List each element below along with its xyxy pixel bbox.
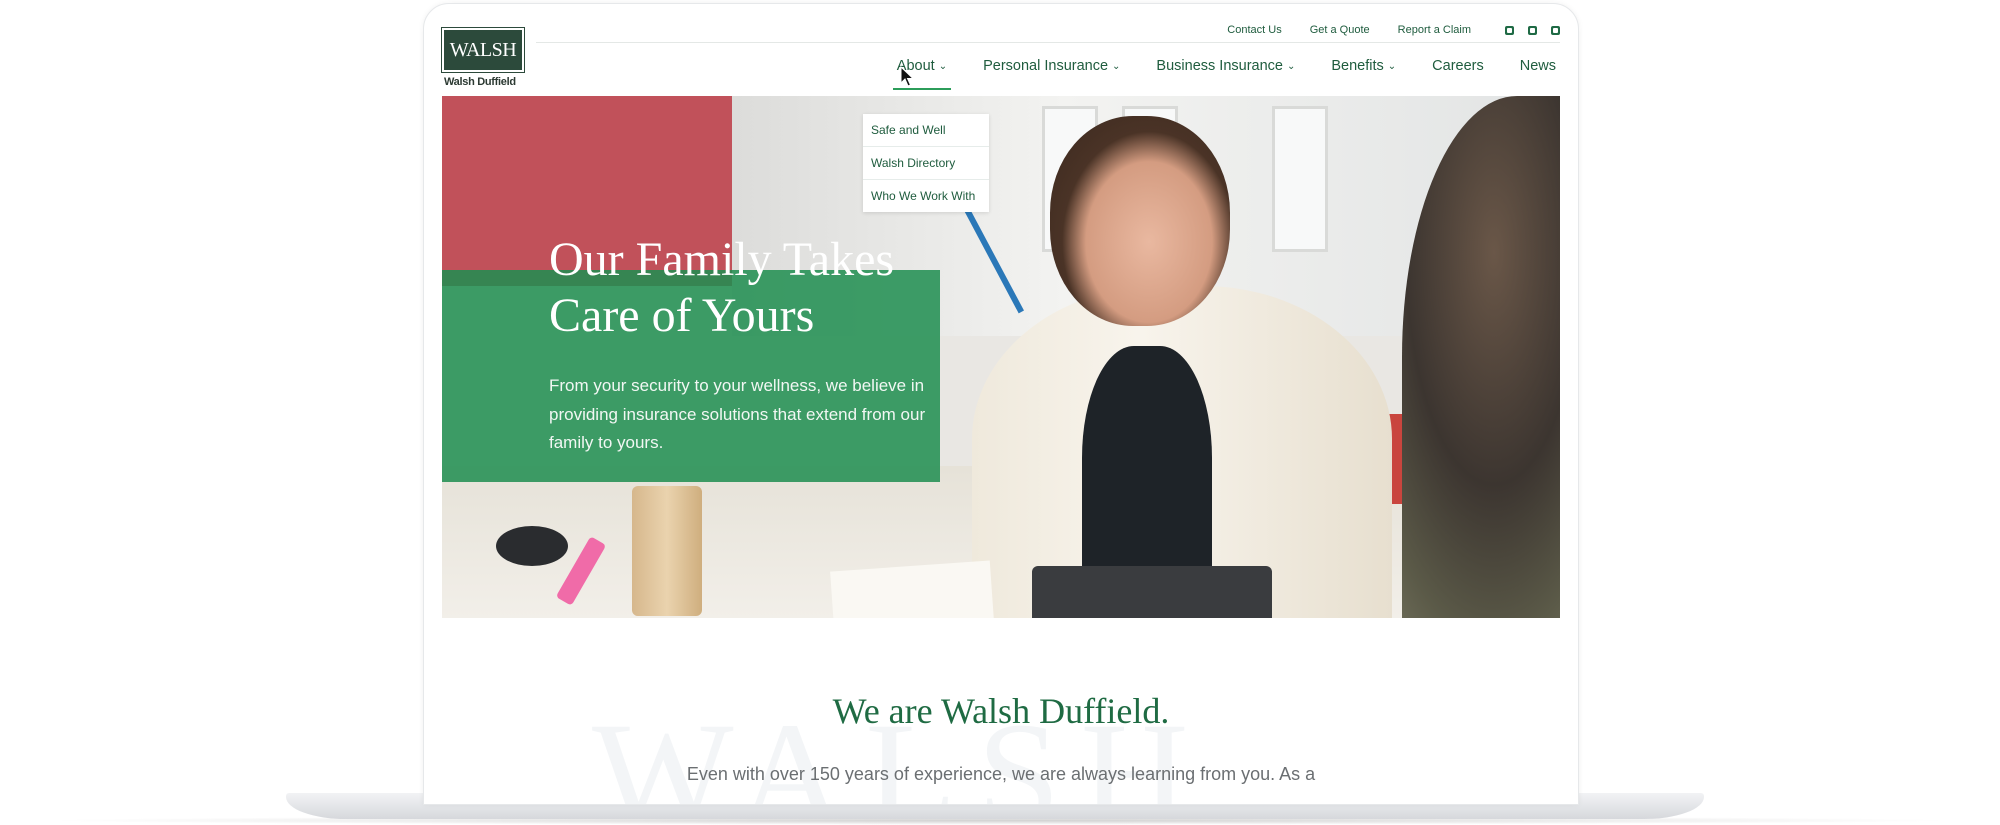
website-screen: WALSH Walsh Duffield Contact Us Get a Qu… [441, 20, 1560, 804]
nav-item-business-insurance[interactable]: Business Insurance ⌄ [1156, 58, 1295, 74]
hero-text: From your security to your wellness, we … [549, 376, 926, 452]
hero-photo-mouse [496, 526, 568, 566]
mouse-cursor-icon [900, 66, 915, 87]
nav-label: Personal Insurance [983, 58, 1109, 74]
linkedin-icon[interactable] [1528, 25, 1537, 35]
nav-label: Business Insurance [1156, 58, 1283, 74]
social-links [1491, 25, 1560, 35]
nav-item-benefits[interactable]: Benefits ⌄ [1331, 58, 1396, 74]
hero-photo-window [1272, 106, 1328, 252]
about-dropdown-menu: Safe and Well Walsh Directory Who We Wor… [863, 114, 989, 212]
nav-label: News [1519, 58, 1556, 74]
nav-label: Benefits [1331, 58, 1384, 74]
hero-photo-cup [632, 486, 702, 616]
hero-banner: Our Family Takes Care of Yours From your… [442, 96, 1560, 618]
hero-photo-woman-head [1050, 116, 1230, 326]
hero-photo-notebook [830, 560, 994, 618]
hero-photo-tablet [1032, 566, 1272, 618]
chevron-down-icon: ⌄ [1286, 60, 1296, 72]
twitter-icon[interactable] [1551, 25, 1560, 35]
utility-nav: Contact Us Get a Quote Report a Claim [1199, 24, 1560, 36]
nav-item-careers[interactable]: Careers [1432, 58, 1484, 74]
logo-subtitle: Walsh Duffield [444, 76, 516, 88]
intro-text: Even with over 150 years of experience, … [686, 764, 1316, 784]
nav-item-personal-insurance[interactable]: Personal Insurance ⌄ [983, 58, 1120, 74]
main-nav: About ⌄ Personal Insurance ⌄ Business Insu… [861, 58, 1556, 90]
menu-item-safe-and-well[interactable]: Safe and Well [863, 114, 989, 147]
chevron-down-icon: ⌄ [938, 60, 948, 72]
contact-us-link[interactable]: Contact Us [1227, 24, 1281, 36]
nav-label: Careers [1432, 58, 1484, 74]
nav-item-news[interactable]: News [1520, 58, 1556, 74]
facebook-icon[interactable] [1505, 25, 1514, 35]
intro-title: We are Walsh Duffield. [832, 691, 1170, 731]
chevron-down-icon: ⌄ [1112, 60, 1121, 72]
laptop-frame: WALSH Walsh Duffield Contact Us Get a Qu… [423, 3, 1579, 805]
walsh-logo[interactable]: WALSH [441, 27, 525, 73]
menu-item-walsh-directory[interactable]: Walsh Directory [863, 147, 989, 180]
chevron-down-icon: ⌄ [1387, 60, 1397, 72]
menu-item-who-we-work-with[interactable]: Who We Work With [863, 180, 989, 212]
header-divider [536, 42, 1560, 43]
report-a-claim-link[interactable]: Report a Claim [1398, 24, 1471, 36]
get-a-quote-link[interactable]: Get a Quote [1310, 24, 1370, 36]
hero-title: Our Family Takes Care of Yours [549, 233, 895, 342]
